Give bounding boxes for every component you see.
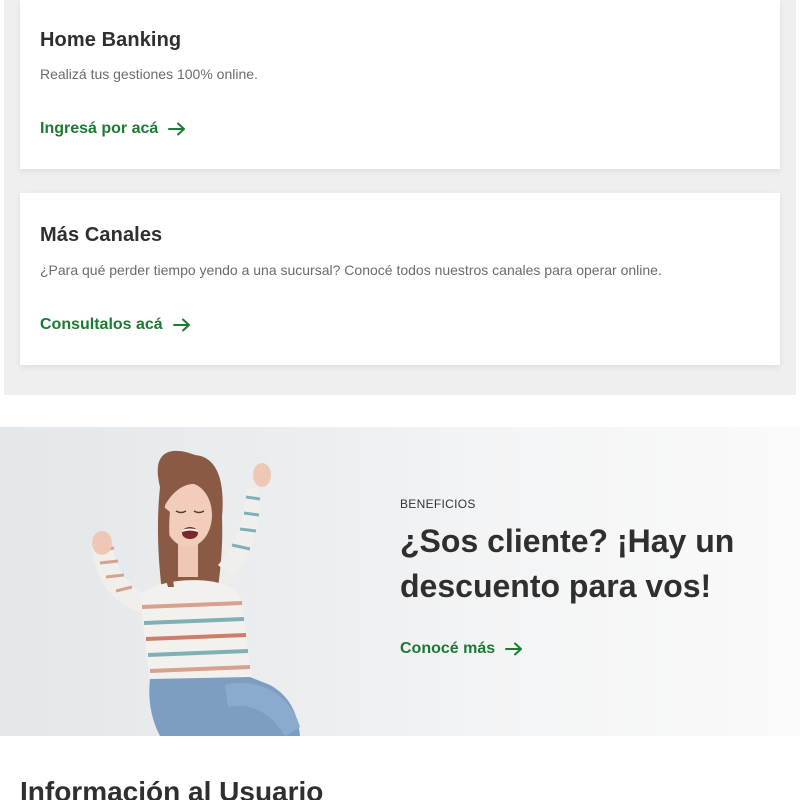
arrow-right-icon [505,642,523,656]
card-description: ¿Para qué perder tiempo yendo a una sucu… [40,262,662,278]
benefits-banner: BENEFICIOS ¿Sos cliente? ¡Hay un descuen… [0,427,800,736]
link-label: Conocé más [400,640,496,657]
home-banking-link[interactable]: Ingresá por acá [40,120,186,138]
card-title: Home Banking [40,29,182,51]
info-section-heading: Información al Usuario [20,776,324,800]
card-description: Realizá tus gestiones 100% online. [40,66,258,82]
arrow-right-icon [172,318,190,332]
section-eyebrow: BENEFICIOS [400,497,476,511]
card-title: Más Canales [40,224,163,246]
link-label: Consultalos acá [40,316,163,333]
more-channels-link[interactable]: Consultalos acá [40,316,191,334]
happy-woman-celebrating-photo [92,450,300,736]
link-label: Ingresá por acá [40,120,159,137]
home-banking-card: Home Banking Realizá tus gestiones 100% … [20,0,780,169]
more-channels-card: Más Canales ¿Para qué perder tiempo yend… [20,193,780,365]
learn-more-link[interactable]: Conocé más [400,640,523,658]
benefits-title: ¿Sos cliente? ¡Hay un descuento para vos… [400,523,735,604]
arrow-right-icon [168,122,186,136]
